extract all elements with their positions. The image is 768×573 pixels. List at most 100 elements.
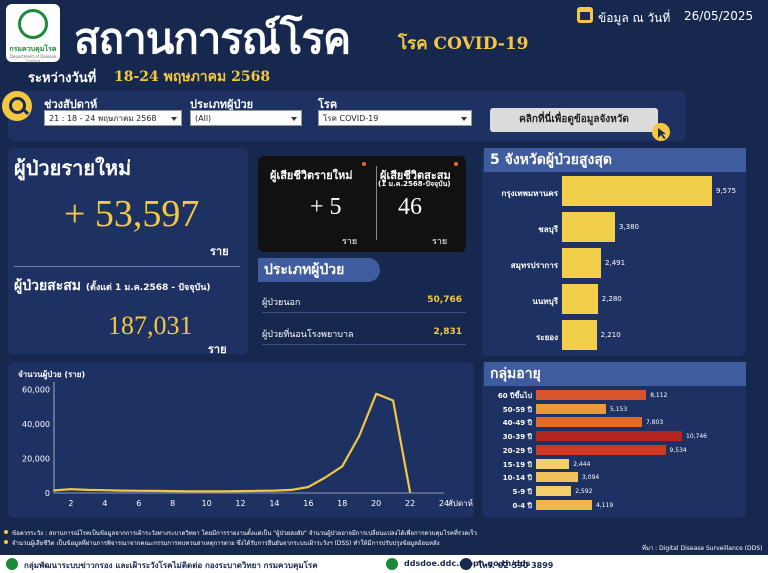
new-deaths-label: ผู้เสียชีวิตรายใหม่ [270, 169, 353, 182]
trend-line-chart: 020,00040,00060,0002 4 6 8 10 12 14 16 18 20 22 24ส… [22, 382, 473, 508]
age-group-value: 8,112 [650, 392, 668, 399]
note-caution: ข้อควรระวัง : สถานการณ์โรคเป็นข้อมูลจากก… [12, 530, 477, 537]
search-icon [2, 91, 32, 121]
age-group-value: 2,444 [573, 460, 591, 468]
dot-icon [454, 162, 458, 166]
x-tick-label: 14 [269, 499, 279, 508]
disease-select[interactable]: โรค COVID-19 [318, 110, 472, 126]
age-groups-title: กลุ่มอายุ [484, 362, 746, 386]
province-label: นนทบุรี [532, 297, 558, 306]
chevron-down-icon [461, 117, 467, 121]
province-value: 2,280 [601, 295, 622, 303]
new-deaths-value: + 5 [310, 194, 342, 220]
new-cases-value: + 53,597 [64, 193, 200, 235]
x-tick-label: 2 [68, 499, 73, 508]
province-value: 9,575 [716, 187, 737, 195]
divider [14, 266, 240, 267]
patient-type-select[interactable]: (All) [190, 110, 302, 126]
patient-type-row: ผู้ป่วยนอก 50,766 [262, 290, 466, 313]
province-label: สมุทรปราการ [510, 261, 558, 270]
x-tick-label: 4 [102, 499, 107, 508]
age-group-bar [536, 417, 642, 428]
age-group-value: 3,094 [582, 474, 600, 482]
data-point [70, 488, 72, 491]
province-bar [562, 320, 597, 350]
calendar-icon [577, 7, 593, 23]
age-group-value: 4,119 [595, 501, 614, 509]
data-point [87, 488, 89, 491]
age-group-value: 7,803 [646, 419, 664, 427]
data-point [154, 490, 157, 492]
province-data-button[interactable]: คลิกที่นี่เพื่อดูข้อมูลจังหวัด [490, 108, 658, 132]
age-group-bar [536, 499, 592, 510]
data-point [120, 489, 123, 492]
data-point [256, 490, 259, 492]
province-label: กรุงเทพมหานคร [501, 189, 558, 198]
data-point [375, 392, 378, 395]
age-group-value: 10,746 [686, 433, 707, 441]
bullet-icon [4, 530, 8, 534]
footer-org: กลุ่มพัฒนาระบบข่าวกรอง และเฝ้าระวังโรคไม… [24, 561, 318, 570]
data-point [171, 490, 174, 493]
new-cases-unit: ราย [210, 245, 229, 258]
data-as-of-label: ข้อมูล ณ วันที่ [598, 11, 671, 25]
data-point [137, 489, 140, 492]
dot-icon [362, 162, 366, 166]
age-group-label: 10-14 ปี [502, 474, 532, 483]
data-as-of-value: 26/05/2025 [684, 9, 754, 23]
deaths-card: ผู้เสียชีวิตรายใหม่ + 5 ราย ผู้เสียชีวิต… [258, 156, 466, 252]
x-tick-label: 16 [303, 499, 313, 508]
data-point [188, 490, 191, 493]
data-point [290, 488, 293, 491]
patient-type-label: ผู้ป่วยนอก [262, 298, 301, 308]
age-group-value: 5,153 [610, 405, 628, 413]
footer-phone: โทร. 02 590 3899 [478, 561, 554, 570]
logo-subcaption: Department of Disease Control [9, 54, 57, 64]
x-tick-label: 22 [405, 499, 415, 508]
province-bar [562, 248, 602, 278]
province-value: 2,491 [605, 259, 626, 267]
globe-icon [386, 558, 398, 570]
age-group-bar [536, 485, 572, 496]
disease-select-value: โรค COVID-19 [323, 114, 379, 123]
age-group-value: 9,534 [669, 446, 687, 454]
patient-type-row: ผู้ป่วยที่นอนโรงพยาบาล 2,831 [262, 322, 466, 345]
series-line [53, 392, 412, 493]
data-point [307, 486, 310, 488]
y-tick-label: 60,000 [22, 385, 50, 394]
age-group-value: 2,592 [575, 487, 593, 495]
age-group-bar [536, 390, 647, 400]
x-axis-title: สัปดาห์ [448, 498, 473, 508]
new-cases-label: ผู้ป่วยรายใหม่ [14, 156, 132, 180]
data-point [222, 490, 225, 493]
province-value: 2,210 [600, 331, 621, 339]
footer: กลุ่มพัฒนาระบบข่าวกรอง และเฝ้าระวังโรคไม… [0, 555, 768, 573]
cumulative-cases-label: ผู้ป่วยสะสม (ตั้งแต่ 1 ม.ค.2568 - ปัจจุบ… [14, 275, 210, 297]
top-provinces-title: 5 จังหวัดผู้ป่วยสูงสุด [484, 148, 746, 172]
x-tick-label: 8 [170, 499, 175, 508]
age-group-label: 0-4 ปี [512, 501, 532, 510]
week-select-value: 21 : 18 - 24 พฤษภาคม 2568 [49, 114, 157, 123]
age-group-label: 15-19 ปี [502, 460, 532, 469]
page-title: สถานการณ์โรค [74, 14, 351, 63]
ddc-logo: กรมควบคุมโรค Department of Disease Contr… [6, 4, 60, 64]
data-point [239, 490, 242, 493]
ddc-emblem-icon [18, 9, 48, 39]
note-deaths: จำนวนผู้เสียชีวิต เป็นข้อมูลที่ผ่านการพิ… [12, 540, 440, 547]
data-point [341, 465, 344, 468]
deaths-separator [376, 166, 377, 240]
age-group-label: 30-39 ปี [502, 433, 532, 442]
y-tick-label: 0 [45, 489, 50, 498]
age-group-label: 20-29 ปี [502, 446, 532, 455]
cumulative-cases-value: 187,031 [108, 311, 193, 340]
province-label: ระยอง [536, 333, 558, 342]
data-point [205, 490, 208, 493]
new-deaths-unit: ราย [342, 237, 358, 247]
age-group-bar [536, 431, 682, 442]
week-select[interactable]: 21 : 18 - 24 พฤษภาคม 2568 [44, 110, 182, 126]
patient-type-select-value: (All) [195, 114, 212, 123]
province-label: ชลบุรี [538, 225, 558, 234]
data-point [409, 491, 411, 494]
cumulative-cases-title: ผู้ป่วยสะสม [14, 278, 81, 294]
age-group-bar [536, 403, 606, 414]
